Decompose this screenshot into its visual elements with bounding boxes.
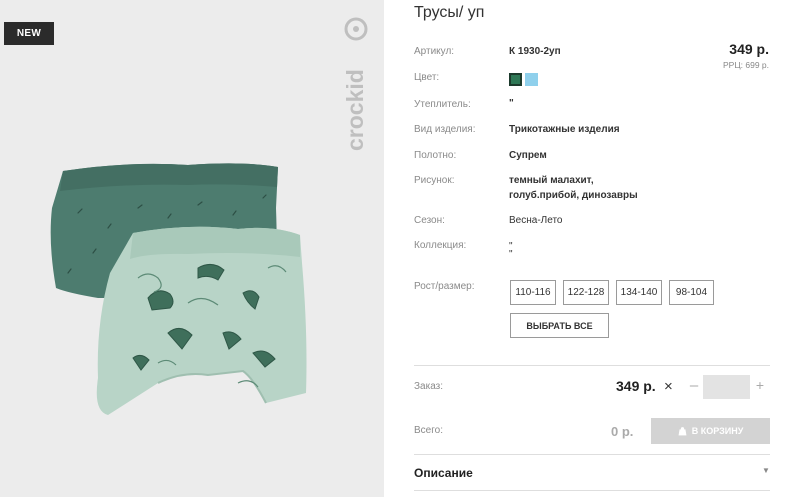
article-value: К 1930-2уп <box>509 46 561 57</box>
size-option-122-128[interactable]: 122-128 <box>563 280 609 305</box>
brand-logo-text: crockid <box>343 69 368 151</box>
quantity-increase-button[interactable]: + <box>754 377 766 393</box>
select-all-sizes-button[interactable]: ВЫБРАТЬ ВСЕ <box>510 313 609 338</box>
order-label: Заказ: <box>414 381 444 392</box>
collection-label: Коллекция: <box>414 240 467 251</box>
size-options: 110-116 122-128 134-140 98-104 <box>510 280 714 305</box>
add-to-cart-button[interactable]: В КОРЗИНУ <box>651 418 770 444</box>
order-price: 349 р. <box>616 378 656 394</box>
quantity-input[interactable] <box>703 375 750 399</box>
quantity-decrease-button[interactable]: – <box>688 377 700 394</box>
add-to-cart-label: В КОРЗИНУ <box>691 426 744 436</box>
brand-logo: crockid <box>342 16 369 154</box>
product-title: Трусы/ уп <box>414 4 485 21</box>
product-image <box>38 153 338 423</box>
shopping-bag-icon <box>678 426 687 436</box>
size-option-110-116[interactable]: 110-116 <box>510 280 556 305</box>
season-value: Весна-Лето <box>509 215 563 226</box>
size-option-98-104[interactable]: 98-104 <box>669 280 714 305</box>
times-icon: × <box>664 378 673 395</box>
total-value: 0 р. <box>611 424 634 439</box>
size-option-134-140[interactable]: 134-140 <box>616 280 662 305</box>
insulation-value: " <box>509 98 514 109</box>
pattern-value-line1: темный малахит, <box>509 175 594 186</box>
color-swatches <box>509 73 538 86</box>
divider <box>414 490 770 491</box>
pattern-label: Рисунок: <box>414 175 455 186</box>
article-label: Артикул: <box>414 46 455 57</box>
season-label: Сезон: <box>414 215 445 226</box>
type-label: Вид изделия: <box>414 124 476 135</box>
fabric-value: Супрем <box>509 150 547 161</box>
color-label: Цвет: <box>414 72 440 83</box>
collection-value-line2: " <box>509 249 513 260</box>
fabric-label: Полотно: <box>414 150 457 161</box>
product-rrp: РРЦ: 699 р. <box>723 60 769 70</box>
color-swatch-light-blue[interactable] <box>525 73 538 86</box>
color-swatch-dark-green[interactable] <box>509 73 522 86</box>
description-toggle[interactable]: Описание <box>414 466 473 480</box>
type-value: Трикотажные изделия <box>509 124 620 135</box>
new-badge: NEW <box>4 22 54 45</box>
divider <box>414 454 770 455</box>
product-photo[interactable]: NEW crockid <box>0 0 384 497</box>
chevron-down-icon[interactable]: ▼ <box>762 466 770 475</box>
divider <box>414 365 770 366</box>
product-price: 349 р. <box>729 41 769 57</box>
insulation-label: Утеплитель: <box>414 99 471 110</box>
size-label: Рост/размер: <box>414 281 475 292</box>
total-label: Всего: <box>414 425 443 436</box>
pattern-value-line2: голуб.прибой, динозавры <box>509 190 638 201</box>
